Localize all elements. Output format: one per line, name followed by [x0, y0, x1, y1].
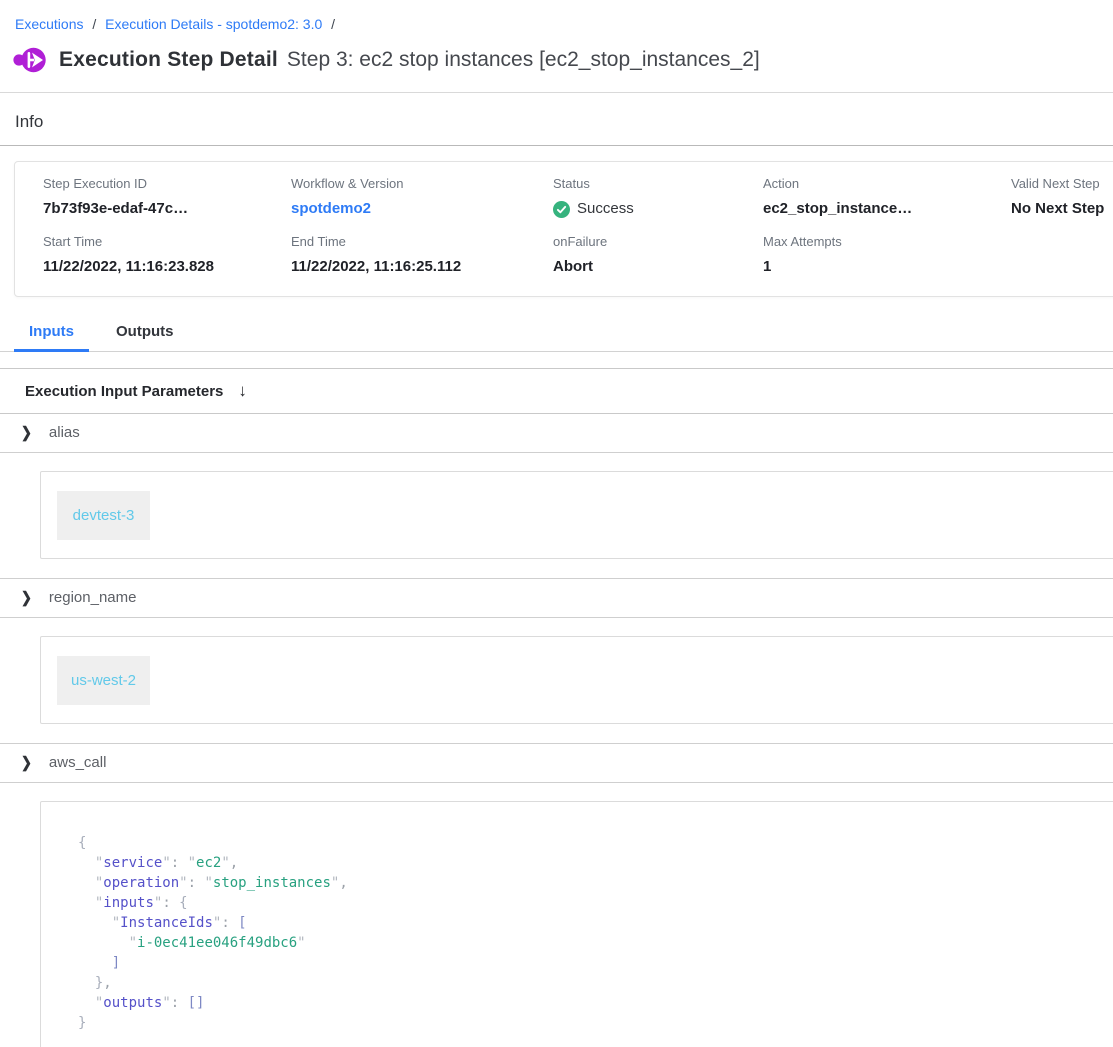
chevron-right-icon: ❯: [21, 753, 32, 771]
workflow-link[interactable]: spotdemo2: [291, 200, 371, 217]
breadcrumb-separator: /: [331, 16, 335, 32]
status-badge: Success: [553, 200, 763, 218]
chevron-right-icon: ❯: [21, 588, 32, 606]
tab-outputs[interactable]: Outputs: [101, 315, 189, 352]
field-step-execution-id: Step Execution ID 7b73f93e-edaf-47c…: [43, 176, 291, 218]
status-text: Success: [577, 200, 634, 218]
end-time-value: 11/22/2022, 11:16:25.112: [291, 258, 553, 276]
info-card: Step Execution ID 7b73f93e-edaf-47c… Wor…: [14, 161, 1113, 297]
param-block-aws-call: ❯ aws_call { "service": "ec2", "operatio…: [0, 743, 1113, 1047]
download-arrow-icon[interactable]: ↓: [238, 381, 247, 401]
param-block-alias: ❯ alias devtest-3: [0, 414, 1113, 559]
breadcrumb: Executions / Execution Details - spotdem…: [0, 0, 1113, 32]
page-title: Execution Step Detail: [59, 48, 278, 72]
field-action: Action ec2_stop_instance…: [763, 176, 1011, 218]
param-row-alias[interactable]: ❯ alias: [0, 414, 1113, 453]
field-max-attempts: Max Attempts 1: [763, 234, 1011, 276]
page-header: Execution Step Detail Step 3: ec2 stop i…: [0, 32, 1113, 75]
aws-call-code: { "service": "ec2", "operation": "stop_i…: [40, 801, 1113, 1047]
empty-cell: [1011, 234, 1113, 276]
info-card-row: Step Execution ID 7b73f93e-edaf-47c… Wor…: [43, 176, 1113, 218]
param-name: alias: [49, 424, 80, 441]
divider: [0, 145, 1113, 146]
param-panel-alias: devtest-3: [40, 471, 1113, 559]
tab-bar: Inputs Outputs: [0, 315, 1113, 352]
info-card-row: Start Time 11/22/2022, 11:16:23.828 End …: [43, 234, 1113, 276]
param-block-region-name: ❯ region_name us-west-2: [0, 578, 1113, 724]
field-workflow-version: Workflow & Version spotdemo2: [291, 176, 553, 218]
tab-inputs[interactable]: Inputs: [14, 315, 89, 352]
field-status: Status Success: [553, 176, 763, 218]
execution-input-parameters-label: Execution Input Parameters: [25, 383, 223, 400]
field-end-time: End Time 11/22/2022, 11:16:25.112: [291, 234, 553, 276]
param-row-region-name[interactable]: ❯ region_name: [0, 578, 1113, 618]
param-row-aws-call[interactable]: ❯ aws_call: [0, 743, 1113, 783]
param-name: region_name: [49, 589, 137, 606]
execution-input-parameters-header: Execution Input Parameters ↓: [0, 369, 1113, 414]
check-circle-icon: [553, 201, 570, 218]
max-attempts-value: 1: [763, 258, 1011, 276]
workflow-brand-icon: [13, 45, 47, 75]
param-name: aws_call: [49, 754, 107, 771]
field-start-time: Start Time 11/22/2022, 11:16:23.828: [43, 234, 291, 276]
param-value-chip: devtest-3: [57, 491, 150, 540]
breadcrumb-link-execution-details[interactable]: Execution Details - spotdemo2: 3.0: [105, 16, 322, 32]
breadcrumb-separator: /: [92, 16, 96, 32]
start-time-value: 11/22/2022, 11:16:23.828: [43, 258, 291, 276]
step-execution-id-value: 7b73f93e-edaf-47c…: [43, 200, 291, 218]
field-valid-next-step: Valid Next Step No Next Step: [1011, 176, 1113, 218]
param-value-chip: us-west-2: [57, 656, 150, 705]
breadcrumb-link-executions[interactable]: Executions: [15, 16, 83, 32]
valid-next-step-value: No Next Step: [1011, 200, 1113, 218]
info-section-title: Info: [0, 93, 1113, 145]
onfailure-value: Abort: [553, 258, 763, 276]
field-onfailure: onFailure Abort: [553, 234, 763, 276]
action-value: ec2_stop_instance…: [763, 200, 1011, 218]
chevron-right-icon: ❯: [21, 423, 32, 441]
page-subtitle: Step 3: ec2 stop instances [ec2_stop_ins…: [287, 48, 760, 72]
param-panel-region-name: us-west-2: [40, 636, 1113, 724]
